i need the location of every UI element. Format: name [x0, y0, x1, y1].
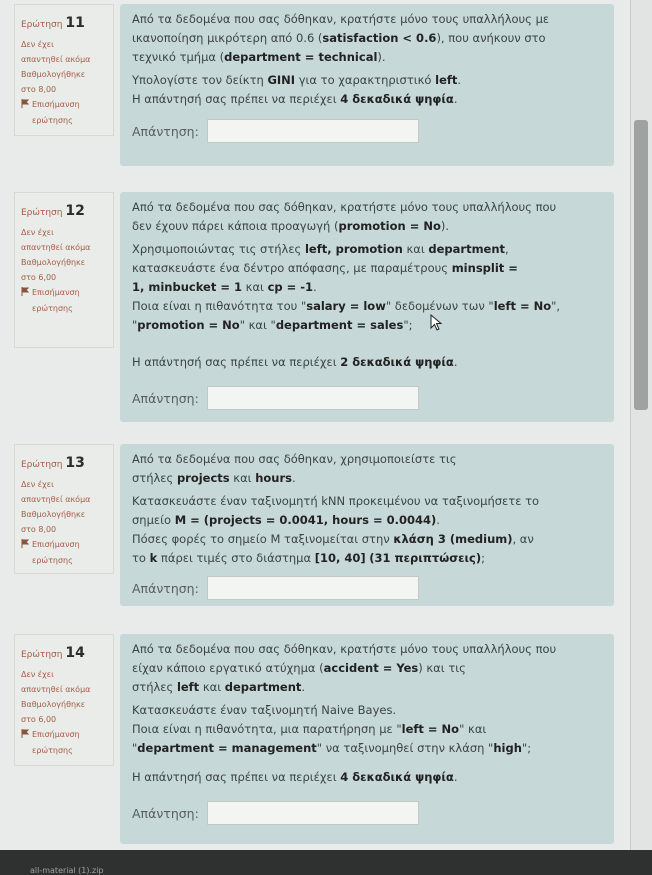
answer-input[interactable]: [206, 801, 419, 825]
answer-label: Απάντηση:: [132, 805, 199, 821]
question-grade: Βαθμολογήθηκε στο 8,00: [21, 69, 86, 95]
download-bar: all-material (1).zip: [0, 850, 652, 875]
question-info: Ερώτηση 14 Δεν έχει απαντηθεί ακόμα Βαθμο…: [14, 634, 114, 766]
answer-input[interactable]: [206, 386, 419, 410]
answer-row: Απάντηση:: [132, 801, 604, 825]
question-content: Από τα δεδομένα που σας δόθηκαν, κρατήστ…: [120, 192, 614, 422]
flag-icon: [21, 539, 29, 549]
flag-question-link[interactable]: Επισήμανση ερώτησης: [21, 285, 107, 315]
question-text: Από τα δεδομένα που σας δόθηκαν, κρατήστ…: [132, 12, 550, 64]
question-grade: Βαθμολογήθηκε στο 8,00: [21, 509, 86, 535]
answer-input[interactable]: [206, 119, 419, 143]
mouse-cursor-icon: [430, 314, 443, 331]
question-content: Από τα δεδομένα που σας δόθηκαν, χρησιμο…: [120, 444, 614, 606]
question-info: Ερώτηση 11 Δεν έχει απαντηθεί ακόμα Βαθμο…: [14, 4, 114, 136]
question-text: Από τα δεδομένα που σας δόθηκαν, χρησιμο…: [132, 452, 457, 485]
question-text: Η απάντησή σας πρέπει να περιέχει 2 δεκα…: [132, 355, 458, 369]
question-content: Από τα δεδομένα που σας δόθηκαν, κρατήστ…: [120, 634, 614, 844]
question-number: Ερώτηση 14: [21, 645, 85, 661]
question-text: Από τα δεδομένα που σας δόθηκαν, κρατήστ…: [132, 200, 557, 233]
question-14: Ερώτηση 14 Δεν έχει απαντηθεί ακόμα Βαθμο…: [14, 634, 614, 844]
question-11: Ερώτηση 11 Δεν έχει απαντηθεί ακόμα Βαθμο…: [14, 4, 614, 166]
question-status: Δεν έχει απαντηθεί ακόμα: [21, 227, 91, 252]
question-text: Ποια είναι η πιθανότητα, μια παρατήρηση …: [132, 722, 532, 755]
flag-question-link[interactable]: Επισήμανση ερώτησης: [21, 97, 107, 127]
answer-row: Απάντηση:: [132, 119, 604, 143]
question-status: Δεν έχει απαντηθεί ακόμα: [21, 39, 91, 64]
flag-icon: [21, 287, 29, 297]
question-text: Από τα δεδομένα που σας δόθηκαν, κρατήστ…: [132, 642, 557, 694]
flag-question-link[interactable]: Επισήμανση ερώτησης: [21, 727, 107, 757]
question-text: Κατασκευάστε έναν ταξινομητή Naive Bayes…: [132, 703, 397, 717]
question-status: Δεν έχει απαντηθεί ακόμα: [21, 669, 91, 694]
question-status: Δεν έχει απαντηθεί ακόμα: [21, 479, 91, 504]
flag-question-link[interactable]: Επισήμανση ερώτησης: [21, 537, 107, 567]
question-text: Κατασκευάστε έναν ταξινομητή kNN προκειμ…: [132, 494, 540, 527]
question-text: Η απάντησή σας πρέπει να περιέχει 4 δεκα…: [132, 92, 458, 106]
flag-icon: [21, 729, 29, 739]
question-number: Ερώτηση 12: [21, 203, 85, 219]
quiz-page: Ερώτηση 11 Δεν έχει απαντηθεί ακόμα Βαθμο…: [0, 0, 630, 850]
answer-label: Απάντηση:: [132, 580, 199, 596]
download-file-name[interactable]: all-material (1).zip: [30, 866, 104, 875]
question-content: Από τα δεδομένα που σας δόθηκαν, κρατήστ…: [120, 4, 614, 166]
question-13: Ερώτηση 13 Δεν έχει απαντηθεί ακόμα Βαθμο…: [14, 444, 614, 606]
answer-input[interactable]: [206, 576, 419, 600]
question-number: Ερώτηση 11: [21, 15, 85, 31]
scrollbar-thumb[interactable]: [634, 120, 648, 410]
answer-row: Απάντηση:: [132, 576, 604, 600]
scrollbar[interactable]: [630, 0, 652, 850]
question-12: Ερώτηση 12 Δεν έχει απαντηθεί ακόμα Βαθμο…: [14, 192, 614, 422]
question-number: Ερώτηση 13: [21, 455, 85, 471]
question-text: Ποια είναι η πιθανότητα του "salary = lo…: [132, 299, 561, 332]
question-text: Χρησιμοποιώντας τις στήλες left, promoti…: [132, 242, 518, 294]
flag-icon: [21, 99, 29, 109]
answer-label: Απάντηση:: [132, 123, 199, 139]
question-grade: Βαθμολογήθηκε στο 6,00: [21, 257, 86, 283]
question-info: Ερώτηση 13 Δεν έχει απαντηθεί ακόμα Βαθμο…: [14, 444, 114, 574]
answer-row: Απάντηση:: [132, 386, 604, 410]
question-text: Πόσες φορές το σημείο Μ ταξινομείται στη…: [132, 532, 534, 565]
answer-label: Απάντηση:: [132, 390, 199, 406]
question-text: Υπολογίστε τον δείκτη GINI για το χαρακτ…: [132, 73, 462, 87]
question-text: Η απάντησή σας πρέπει να περιέχει 4 δεκα…: [132, 770, 458, 784]
question-info: Ερώτηση 12 Δεν έχει απαντηθεί ακόμα Βαθμο…: [14, 192, 114, 348]
question-grade: Βαθμολογήθηκε στο 6,00: [21, 699, 86, 725]
